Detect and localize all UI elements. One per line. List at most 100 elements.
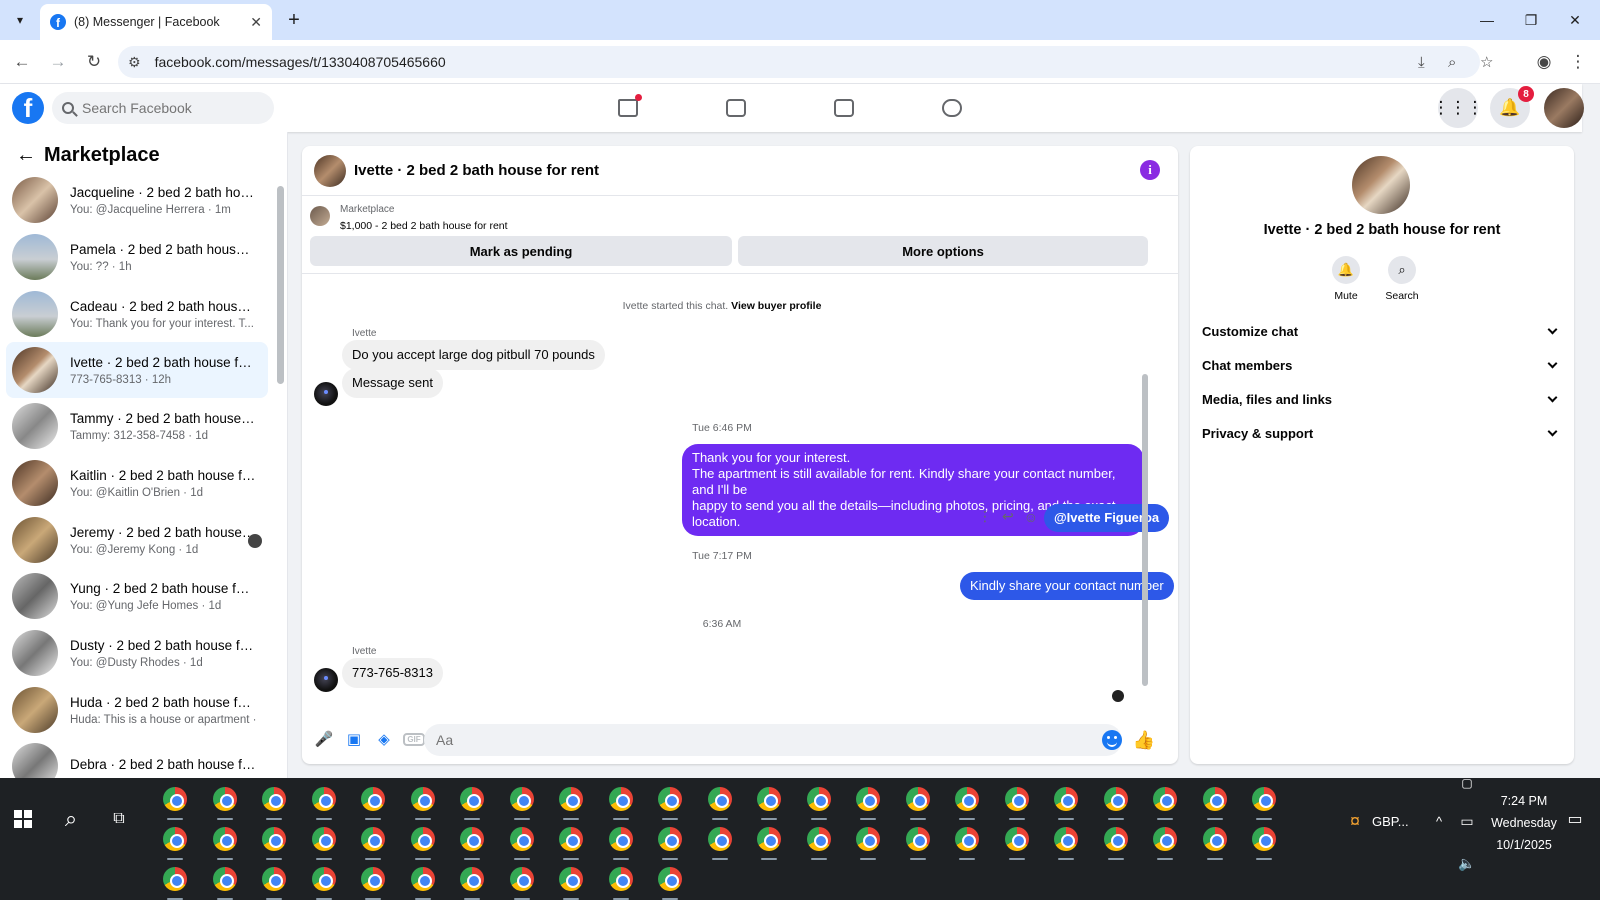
network-icon[interactable]: ▭: [1452, 806, 1482, 836]
facebook-logo-icon[interactable]: f: [12, 92, 44, 124]
menu-grid-button[interactable]: ⋮⋮⋮: [1433, 88, 1484, 128]
chrome-taskbar-icon[interactable]: [408, 784, 438, 814]
chrome-taskbar-icon[interactable]: [1051, 824, 1081, 854]
chat-info-avatar[interactable]: [1352, 156, 1410, 214]
notifications-button[interactable]: 🔔 8: [1490, 86, 1534, 128]
new-tab-button[interactable]: +: [282, 8, 306, 32]
clock-day[interactable]: Wednesday: [1482, 816, 1566, 830]
chrome-taskbar-icon[interactable]: [952, 784, 982, 814]
chat-title[interactable]: Ivette · 2 bed 2 bath house for rent: [354, 162, 599, 179]
chrome-taskbar-icon[interactable]: [210, 784, 240, 814]
reload-button[interactable]: ↻: [82, 50, 106, 74]
chat-avatar[interactable]: [314, 154, 346, 187]
facebook-search-input[interactable]: [82, 100, 262, 116]
chat-scrollbar[interactable]: [1142, 374, 1148, 686]
chrome-taskbar-icon[interactable]: [556, 824, 586, 854]
chrome-taskbar-icon[interactable]: [804, 784, 834, 814]
conversation-item[interactable]: Dusty · 2 bed 2 bath house for r... You: …: [6, 625, 268, 681]
more-actions-icon[interactable]: ⋮: [978, 508, 992, 525]
conversation-item[interactable]: Jacqueline · 2 bed 2 bath house... You: @…: [6, 172, 268, 228]
message-input[interactable]: [424, 724, 1122, 756]
bookmark-star-icon[interactable]: ☆: [1480, 46, 1493, 78]
chrome-taskbar-icon[interactable]: [507, 784, 537, 814]
chrome-taskbar-icon[interactable]: [210, 824, 240, 854]
meet-now-icon[interactable]: ▢: [1452, 768, 1482, 798]
conversation-item-active[interactable]: Ivette · 2 bed 2 bath house for r... 773-…: [6, 342, 268, 398]
browser-menu-icon[interactable]: ⋮: [1566, 50, 1590, 74]
sender-avatar[interactable]: [314, 668, 338, 692]
thumbs-up-icon[interactable]: 👍: [1132, 728, 1156, 752]
photo-icon[interactable]: ▣: [340, 725, 368, 753]
chrome-taskbar-icon[interactable]: [655, 784, 685, 814]
conversation-item[interactable]: Pamela · 2 bed 2 bath house for... You: ?…: [6, 229, 268, 285]
chrome-taskbar-icon[interactable]: [1150, 824, 1180, 854]
chrome-taskbar-icon[interactable]: [655, 864, 685, 894]
currency-widget-text[interactable]: GBP...: [1372, 814, 1409, 829]
tab-search-dropdown-icon[interactable]: ▾: [8, 8, 32, 32]
chrome-taskbar-icon[interactable]: [606, 824, 636, 854]
volume-icon[interactable]: 🔈: [1452, 848, 1482, 878]
chrome-taskbar-icon[interactable]: [754, 824, 784, 854]
conversation-item[interactable]: Kaitlin · 2 bed 2 bath house for ... You:…: [6, 455, 268, 511]
chrome-taskbar-icon[interactable]: [358, 864, 388, 894]
chrome-taskbar-icon[interactable]: [259, 824, 289, 854]
tray-chevron-icon[interactable]: ^: [1424, 806, 1454, 836]
search-conversation-button[interactable]: ⌕ Search: [1372, 256, 1432, 302]
browser-tab-messenger[interactable]: f (8) Messenger | Facebook ✕: [40, 4, 272, 40]
chrome-taskbar-icon[interactable]: [309, 784, 339, 814]
privacy-support-row[interactable]: Privacy & support: [1202, 418, 1562, 448]
more-options-button[interactable]: More options: [738, 236, 1148, 266]
chrome-taskbar-icon[interactable]: [1002, 824, 1032, 854]
chrome-taskbar-icon[interactable]: [507, 824, 537, 854]
chrome-taskbar-icon[interactable]: [309, 824, 339, 854]
chrome-taskbar-icon[interactable]: [1249, 824, 1279, 854]
chrome-taskbar-icon[interactable]: [556, 864, 586, 894]
currency-widget-icon[interactable]: ¤: [1340, 806, 1370, 836]
listing-thumbnail[interactable]: [310, 206, 330, 226]
chrome-taskbar-icon[interactable]: [804, 824, 834, 854]
nav-gaming[interactable]: [932, 92, 972, 124]
incoming-message[interactable]: 773-765-8313: [342, 658, 443, 688]
chrome-taskbar-icon[interactable]: [655, 824, 685, 854]
facebook-search[interactable]: [52, 92, 274, 124]
chrome-taskbar-icon[interactable]: [457, 824, 487, 854]
conversation-item[interactable]: Yung · 2 bed 2 bath house for r... You: @…: [6, 568, 268, 624]
media-files-links-row[interactable]: Media, files and links: [1202, 384, 1562, 414]
chrome-taskbar-icon[interactable]: [705, 824, 735, 854]
chrome-taskbar-icon[interactable]: [1101, 784, 1131, 814]
conversation-item[interactable]: Jeremy · 2 bed 2 bath house f... You: @Je…: [6, 512, 268, 568]
notification-center-icon[interactable]: ▭: [1560, 804, 1590, 834]
profile-icon[interactable]: ◉: [1532, 50, 1556, 74]
chrome-taskbar-icon[interactable]: [1249, 784, 1279, 814]
emoji-icon[interactable]: [1102, 730, 1122, 750]
chrome-taskbar-icon[interactable]: [1101, 824, 1131, 854]
clock-time[interactable]: 7:24 PM: [1488, 794, 1560, 808]
chrome-taskbar-icon[interactable]: [457, 784, 487, 814]
nav-marketplace[interactable]: [824, 92, 864, 124]
info-icon[interactable]: i: [1140, 160, 1160, 180]
zoom-icon[interactable]: ⌕: [1448, 46, 1456, 78]
chrome-taskbar-icon[interactable]: [556, 784, 586, 814]
conversation-item[interactable]: Cadeau · 2 bed 2 bath house fo... You: Th…: [6, 286, 268, 342]
microphone-icon[interactable]: 🎤: [310, 725, 338, 753]
nav-home[interactable]: [608, 92, 648, 124]
chrome-taskbar-icon[interactable]: [903, 784, 933, 814]
chrome-taskbar-icon[interactable]: [160, 864, 190, 894]
sticker-icon[interactable]: ◈: [370, 725, 398, 753]
chrome-taskbar-icon[interactable]: [160, 784, 190, 814]
address-bar[interactable]: ⚙ facebook.com/messages/t/13304087054656…: [118, 46, 1493, 78]
incoming-message[interactable]: Do you accept large dog pitbull 70 pound…: [342, 340, 605, 370]
chrome-taskbar-icon[interactable]: [457, 864, 487, 894]
chrome-taskbar-icon[interactable]: [309, 864, 339, 894]
sidebar-scrollbar[interactable]: [277, 186, 284, 384]
chrome-taskbar-icon[interactable]: [606, 864, 636, 894]
start-button[interactable]: [8, 804, 38, 834]
install-app-icon[interactable]: ⤓: [1418, 46, 1425, 78]
chrome-taskbar-icon[interactable]: [408, 824, 438, 854]
mention-chip[interactable]: @Ivette Figueroa: [1044, 504, 1170, 532]
nav-video[interactable]: [716, 92, 756, 124]
chrome-taskbar-icon[interactable]: [1051, 784, 1081, 814]
chrome-taskbar-icon[interactable]: [606, 784, 636, 814]
chrome-taskbar-icon[interactable]: [259, 864, 289, 894]
chrome-taskbar-icon[interactable]: [160, 824, 190, 854]
